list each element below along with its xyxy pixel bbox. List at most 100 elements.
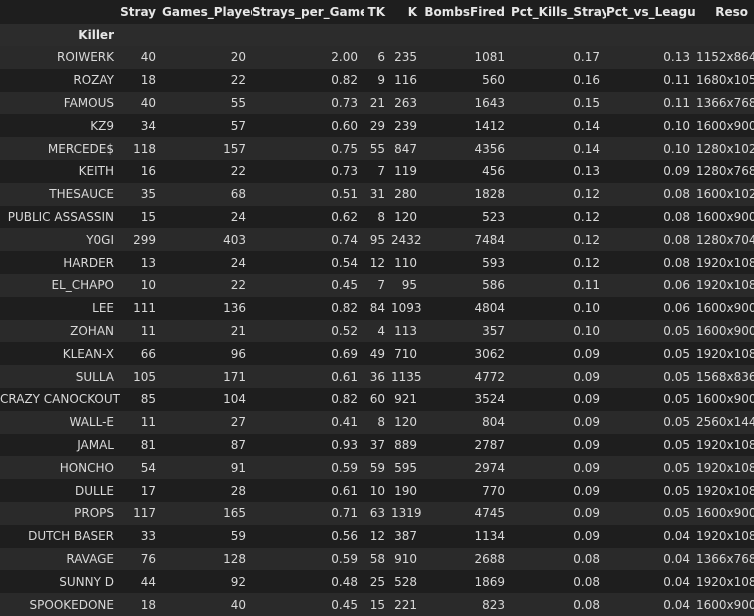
table-cell: 0.82 (331, 392, 358, 407)
table-cell: 33 (140, 529, 156, 544)
table-row: Y0GI 299 403 0.74 95 2432 7484 0.12 0.08 1280x704 (0, 228, 754, 252)
table-cell: 44 (140, 574, 156, 589)
table-cell: 0.13 (573, 164, 600, 179)
table-cell: 0.12 (573, 209, 600, 224)
table-cell: 0.13 (663, 50, 690, 65)
table-cell: 0.05 (663, 323, 690, 338)
table-cell: 54 (140, 460, 156, 475)
row-index-label: PUBLIC ASSASSIN (7, 209, 114, 224)
row-index-label: HONCHO (59, 460, 114, 475)
column-header: Reso (715, 5, 748, 19)
table-cell: 280 (394, 187, 417, 202)
table-cell: 36 (369, 369, 385, 384)
table-cell: 136 (223, 301, 246, 316)
table-cell: 0.09 (573, 392, 600, 407)
table-cell: 11 (140, 323, 156, 338)
table-cell: 111 (133, 301, 156, 316)
table-cell: 0.05 (663, 346, 690, 361)
row-index-label: RAVAGE (66, 551, 114, 566)
table-cell: 1280x704 (696, 232, 754, 247)
table-cell: 116 (394, 73, 417, 88)
table-cell: 110 (394, 255, 417, 270)
table-cell: 1152x864 (696, 50, 754, 65)
table-cell: 20 (230, 50, 246, 65)
table-cell: 0.75 (331, 141, 358, 156)
table-cell: 1280x768 (696, 164, 754, 179)
table-cell: 11 (140, 415, 156, 430)
table-cell: 0.04 (663, 574, 690, 589)
table-cell: 7 (377, 164, 385, 179)
table-cell: 2432 (391, 232, 422, 247)
table-cell: 0.05 (663, 369, 690, 384)
table-cell: 0.05 (663, 392, 690, 407)
table-cell: 4745 (474, 506, 505, 521)
table-cell: 3524 (474, 392, 505, 407)
table-cell: 0.48 (331, 574, 358, 589)
table-cell: 1600x900 (696, 301, 754, 316)
table-cell: 15 (140, 209, 156, 224)
table-cell: 0.10 (663, 141, 690, 156)
table-row: SPOOKEDONE 18 40 0.45 15 221 823 0.08 0.04 1600x9… (0, 593, 754, 616)
table-row: DUTCH BASER 33 59 0.56 12 387 1134 0.09 0.04 1920… (0, 524, 754, 548)
table-cell: 55 (369, 141, 385, 156)
table-cell: 0.08 (663, 255, 690, 270)
table-cell: 0.41 (331, 415, 358, 430)
table-cell: 117 (133, 506, 156, 521)
table-cell: 0.05 (663, 437, 690, 452)
table-cell: 0.05 (663, 506, 690, 521)
row-index-label: SULLA (75, 369, 114, 384)
table-cell: 0.12 (573, 255, 600, 270)
table-row: ROIWERK 40 20 2.00 6 235 1081 0.17 0.13 1152x864 (0, 46, 754, 69)
column-header: Games_Played (162, 5, 252, 19)
table-cell: 6 (377, 50, 385, 65)
table-cell: 263 (394, 95, 417, 110)
index-name: Killer (0, 24, 120, 46)
table-cell: 889 (394, 437, 417, 452)
table-cell: 387 (394, 529, 417, 544)
table-cell: 190 (394, 483, 417, 498)
table-cell: 63 (369, 506, 385, 521)
table-cell: 0.10 (573, 301, 600, 316)
table-cell: 0.73 (331, 164, 358, 179)
table-cell: 12 (369, 255, 385, 270)
table-cell: 28 (230, 483, 246, 498)
table-cell: 0.51 (331, 187, 358, 202)
table-cell: 2560x1440 (696, 415, 754, 430)
table-cell: 40 (230, 597, 246, 612)
table-cell: 0.59 (331, 460, 358, 475)
table-cell: 0.61 (331, 369, 358, 384)
row-index-label: EL_CHAPO (51, 278, 114, 293)
table-cell: 0.10 (663, 118, 690, 133)
table-cell: 0.54 (331, 255, 358, 270)
table-cell: 1869 (474, 574, 505, 589)
table-cell: 1600x900 (696, 392, 754, 407)
table-cell: 0.09 (573, 506, 600, 521)
table-cell: 0.09 (573, 346, 600, 361)
table-cell: 68 (230, 187, 246, 202)
table-cell: 0.04 (663, 551, 690, 566)
table-cell: 16 (140, 164, 156, 179)
table-cell: 17 (140, 483, 156, 498)
row-index-label: WALL-E (69, 415, 115, 430)
table-cell: 1920x1080 (696, 346, 754, 361)
table-row: MERCEDE$ 118 157 0.75 55 847 4356 0.14 0.10 1280x… (0, 137, 754, 160)
table-cell: 120 (394, 415, 417, 430)
table-cell: 92 (230, 574, 246, 589)
table-cell: 1643 (474, 95, 505, 110)
table-cell: 55 (230, 95, 246, 110)
table-cell: 2974 (474, 460, 505, 475)
table-cell: 0.16 (573, 73, 600, 88)
table-cell: 357 (482, 323, 505, 338)
table-cell: 0.05 (663, 415, 690, 430)
table-row: JAMAL 81 87 0.93 37 889 2787 0.09 0.05 1920x1080 (0, 433, 754, 457)
index-name-row: Killer (0, 24, 754, 46)
table-cell: 847 (394, 141, 417, 156)
dataframe-table: Stray Games_Played Strays_per_Game TK K Bombs… (0, 0, 754, 616)
table-cell: 0.62 (331, 209, 358, 224)
column-header: Stray (120, 5, 156, 19)
table-cell: 403 (223, 232, 246, 247)
table-cell: 37 (369, 437, 385, 452)
table-cell: 1366x768 (696, 95, 754, 110)
table-cell: 528 (394, 574, 417, 589)
column-header: Strays_per_Game (252, 5, 364, 19)
